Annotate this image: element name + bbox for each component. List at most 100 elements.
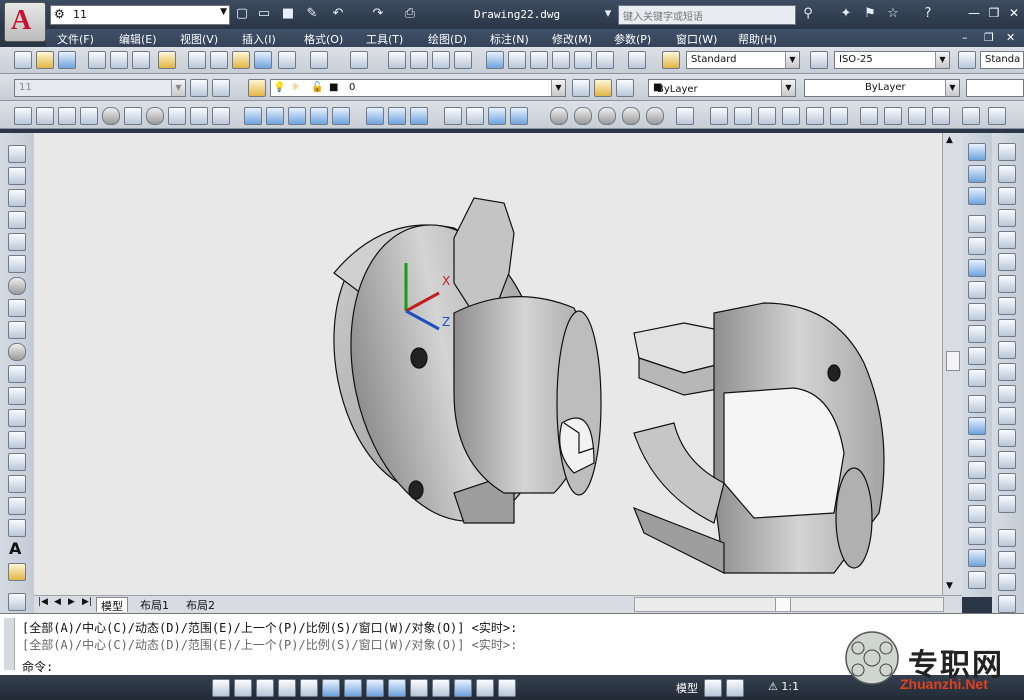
pyramid-icon[interactable] [168,107,186,125]
table-icon[interactable] [8,519,26,537]
visual-style-conceptual-icon[interactable] [622,107,640,125]
break-icon[interactable] [998,407,1016,425]
vertical-scrollbar[interactable]: ▲ ▼ [942,133,963,595]
cone-icon[interactable] [80,107,98,125]
union-icon[interactable] [366,107,384,125]
undo-icon[interactable]: ↶ [330,6,346,22]
search-input[interactable]: 键入关键字或短语 [618,5,796,25]
insert-block-icon[interactable] [8,387,26,405]
separate-icon[interactable] [968,483,986,501]
3d-osnap-icon[interactable] [344,679,362,697]
wedge-icon[interactable] [58,107,76,125]
taper-faces-icon[interactable] [968,325,986,343]
polar-tracking-icon[interactable] [300,679,318,697]
circle-icon[interactable] [8,277,26,295]
move-faces-icon[interactable] [968,237,986,255]
menu-draw[interactable]: 绘图(D) [428,31,467,47]
menu-window[interactable]: 窗口(W) [676,31,717,47]
view-top-icon[interactable] [710,107,728,125]
rotate-icon[interactable] [998,275,1016,293]
3d-dwf-icon[interactable] [158,51,176,69]
sphere-icon[interactable] [102,107,120,125]
section-icon[interactable] [968,549,986,567]
gradient-icon[interactable] [8,475,26,493]
qnew-icon[interactable]: ▢ [234,6,250,22]
visual-style-realistic-icon[interactable] [598,107,616,125]
table-style-select[interactable]: Standa [980,51,1024,69]
minimize-button[interactable]: — [966,6,982,20]
lineweight-icon[interactable] [432,679,450,697]
fillet-icon[interactable] [998,473,1016,491]
intersect-r-icon[interactable] [968,187,986,205]
help-tb-icon[interactable] [628,51,646,69]
star-icon[interactable]: ☆ [885,6,901,22]
extend-icon[interactable] [998,363,1016,381]
connect-icon[interactable]: ⚑ [862,6,878,22]
menu-dimension[interactable]: 标注(N) [490,31,529,47]
tab-prev-icon[interactable]: ◀ [54,597,61,607]
annotation-scale[interactable]: ⚠ 1:1 [768,680,799,693]
color-faces-icon[interactable] [968,369,986,387]
sw-iso-icon[interactable] [860,107,878,125]
tab-layout2[interactable]: 布局2 [182,597,219,612]
cylinder-icon[interactable] [124,107,142,125]
save-icon[interactable]: ■ [280,6,296,22]
3d-move-icon[interactable] [444,107,462,125]
delete-faces-icon[interactable] [968,281,986,299]
menu-insert[interactable]: 插入(I) [242,31,276,47]
redo-icon[interactable]: ↷ [370,6,386,22]
lineweight-select[interactable] [966,79,1024,97]
copy-faces-icon[interactable] [968,347,986,365]
spline-icon[interactable] [8,321,26,339]
command-prompt[interactable]: 命令: [22,658,53,675]
imprint-icon[interactable] [968,439,986,457]
workspace-toolbar-select[interactable]: 11 ▼ [14,79,186,97]
scroll-up-icon[interactable]: ▲ [946,135,953,145]
ne-iso-icon[interactable] [908,107,926,125]
3d-align-icon[interactable] [488,107,506,125]
erase-icon[interactable] [998,143,1016,161]
table-style-icon[interactable] [958,51,976,69]
grid-display-icon[interactable] [256,679,274,697]
planar-surface-icon[interactable] [212,107,230,125]
multiline-text-icon[interactable]: A [9,539,21,558]
otrack-icon[interactable] [366,679,384,697]
ducs-icon[interactable] [388,679,406,697]
make-current-icon[interactable] [572,79,590,97]
binoculars-icon[interactable]: ⚲ [800,6,816,22]
tab-first-icon[interactable]: |◀ [38,597,48,607]
polygon-icon[interactable] [8,211,26,229]
color-select[interactable]: ■ ByLayer ▼ [648,79,796,97]
copy-edges-icon[interactable] [968,395,986,413]
tab-model[interactable]: 模型 [96,597,128,613]
view-left-icon[interactable] [758,107,776,125]
union-r-icon[interactable] [968,143,986,161]
arc-icon[interactable] [8,255,26,273]
tab-layout1[interactable]: 布局1 [136,597,173,612]
subtract-r-icon[interactable] [968,165,986,183]
3d-array-icon[interactable] [510,107,528,125]
wrench-icon[interactable]: ✦ [838,6,854,22]
horizontal-scrollbar[interactable] [634,597,944,612]
copy-icon[interactable] [210,51,228,69]
open-file-icon[interactable] [36,51,54,69]
command-grip[interactable] [4,618,15,670]
scroll-thumb[interactable] [946,351,960,371]
sheet-set-icon[interactable] [552,51,570,69]
array-icon[interactable] [998,231,1016,249]
offset-faces-icon[interactable] [968,259,986,277]
explode-icon[interactable] [998,495,1016,513]
block-editor-icon[interactable] [278,51,296,69]
extrude-faces-icon[interactable] [968,215,986,233]
draworder-above-icon[interactable] [998,573,1016,591]
drawing-viewport[interactable]: X Z [34,133,942,595]
ortho-mode-icon[interactable] [278,679,296,697]
layer-previous-icon[interactable] [594,79,612,97]
copy-object-icon[interactable] [998,165,1016,183]
construction-line-icon[interactable] [8,167,26,185]
menu-format[interactable]: 格式(O) [304,31,343,47]
quick-properties-icon[interactable] [476,679,494,697]
layer-properties-icon[interactable] [248,79,266,97]
menu-edit[interactable]: 编辑(E) [119,31,157,47]
make-block-icon[interactable] [8,409,26,427]
